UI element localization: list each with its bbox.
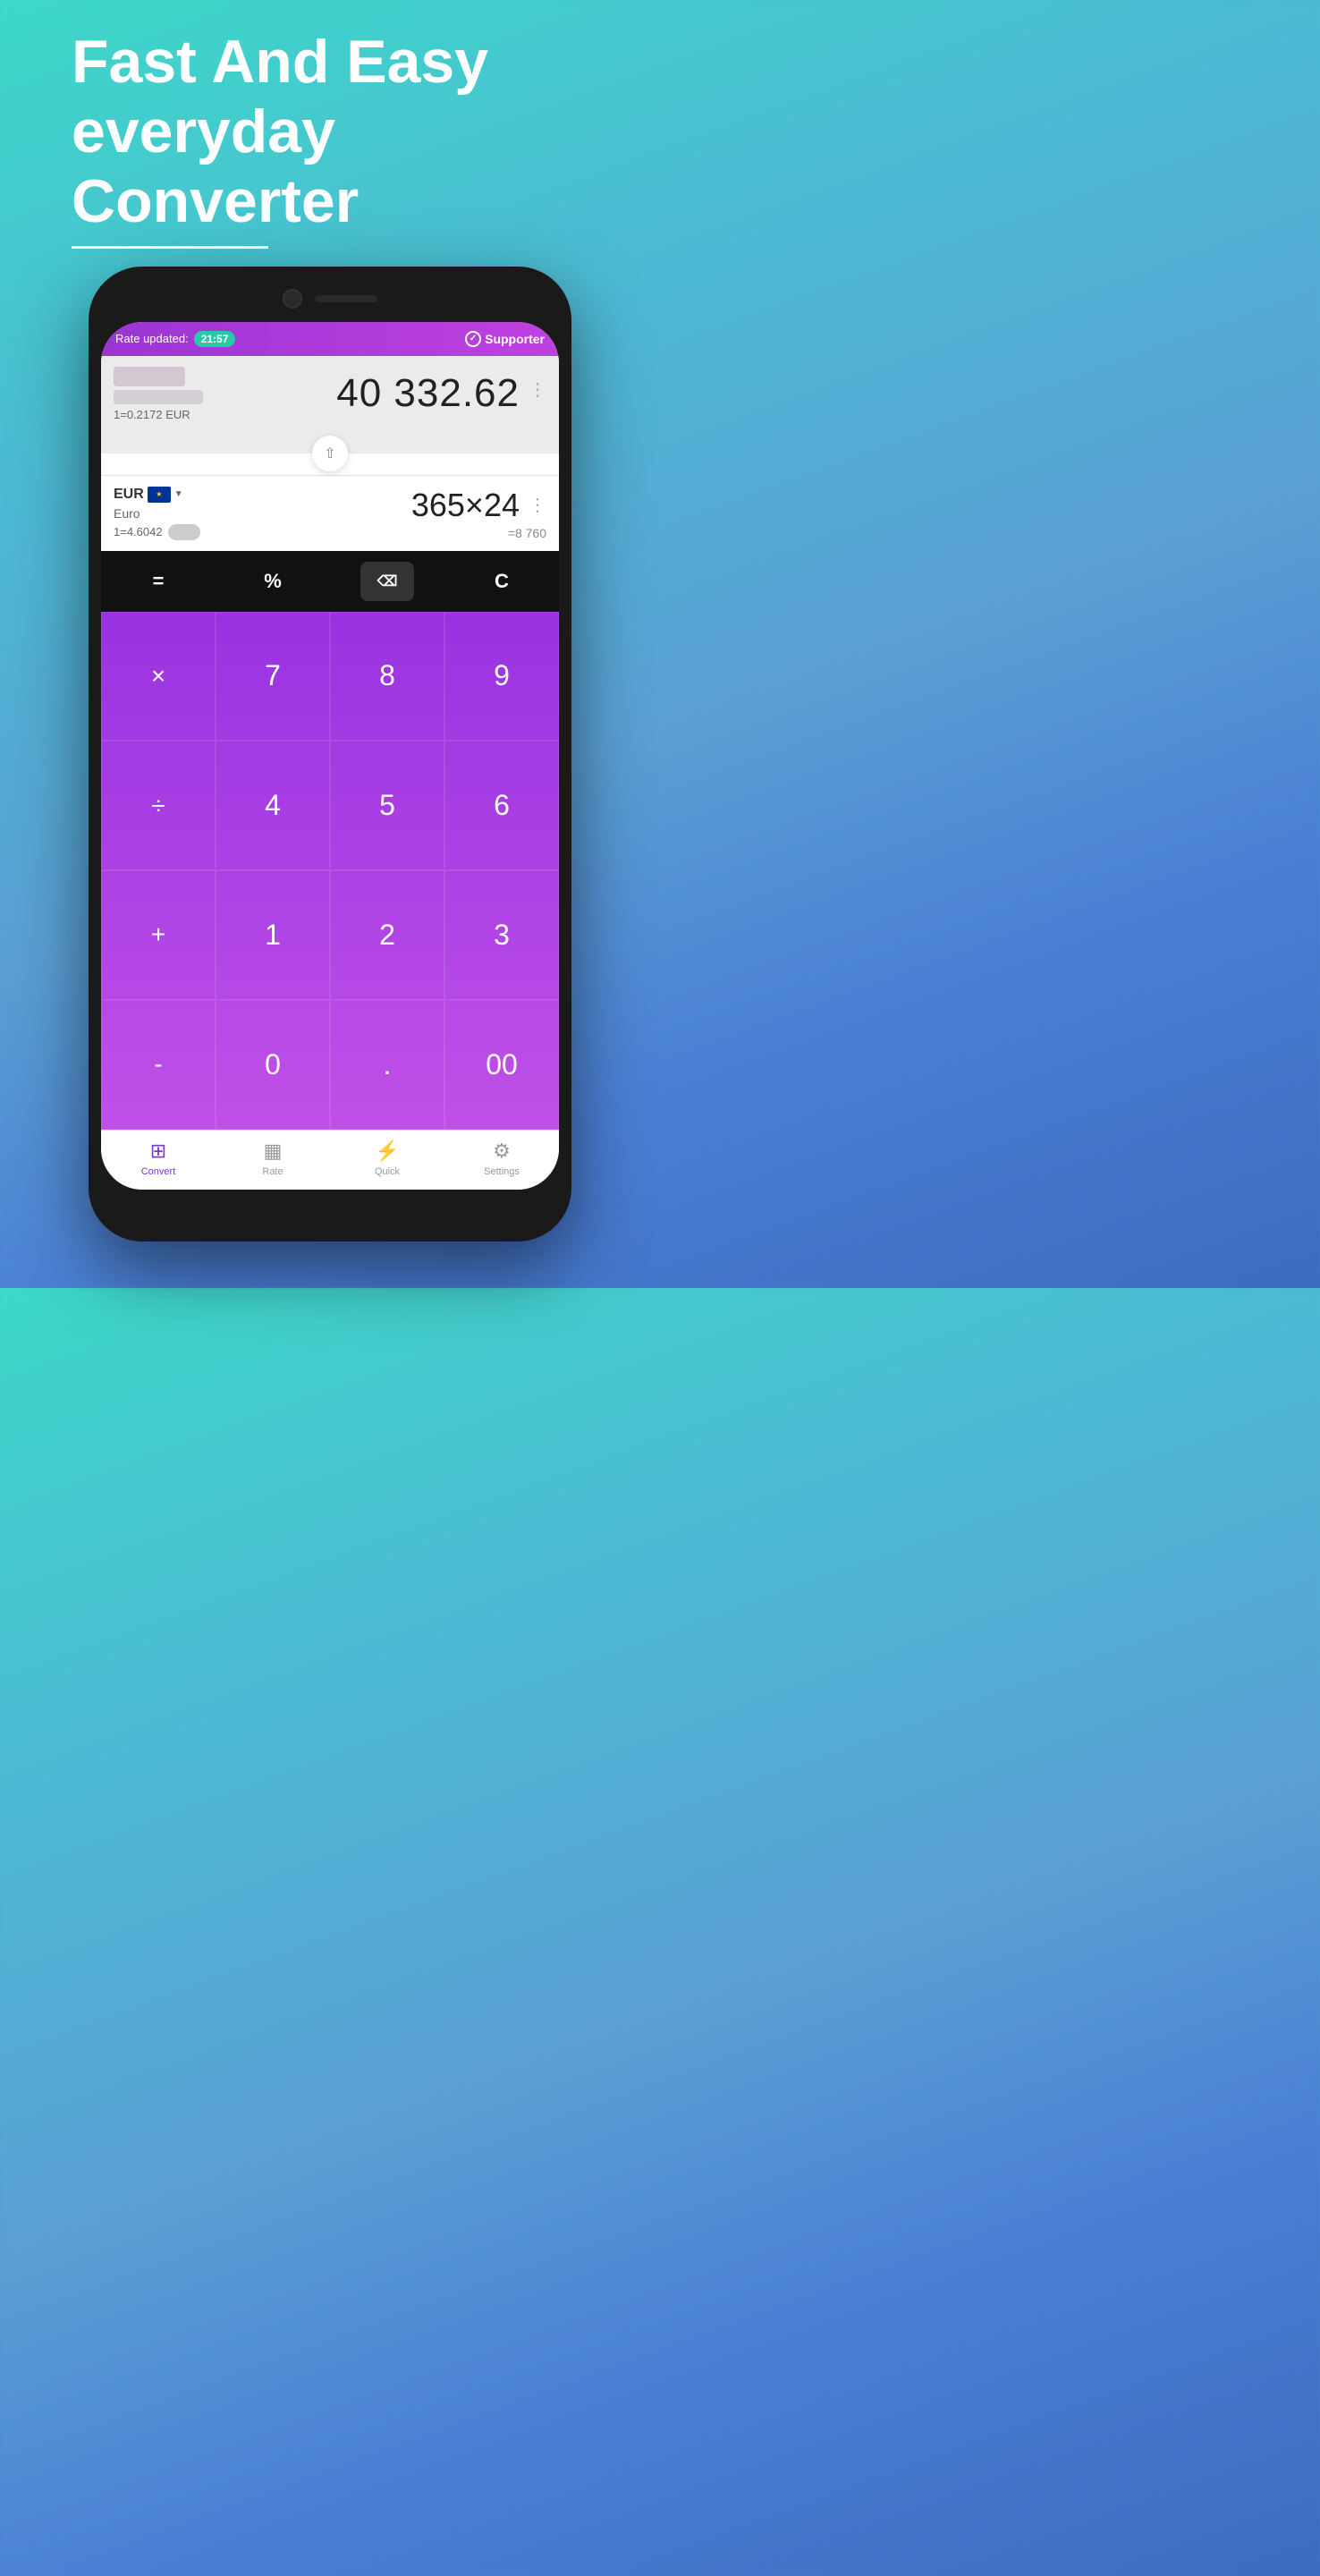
headline-underline <box>72 246 268 249</box>
key-0[interactable]: 0 <box>216 1000 330 1130</box>
percent-button[interactable]: % <box>246 562 300 601</box>
nav-rate[interactable]: ▦ Rate <box>241 1140 304 1177</box>
settings-icon: ⚙ <box>493 1140 511 1163</box>
key-00[interactable]: 00 <box>444 1000 559 1130</box>
key-4[interactable]: 4 <box>216 741 330 870</box>
rate-label: Rate updated: <box>115 332 189 345</box>
supporter-check-icon: ✓ <box>465 331 481 347</box>
phone-speaker <box>315 295 377 302</box>
headline-text: Fast And Easy everyday Converter <box>72 27 588 237</box>
nav-settings-label: Settings <box>484 1166 520 1177</box>
top-currency-amount: 40 332.62 <box>336 371 520 416</box>
key-9[interactable]: 9 <box>444 612 559 741</box>
phone-shell: Rate updated: 21:57 ✓ Supporter 1=0.2172… <box>89 267 571 1241</box>
top-currency-left: 1=0.2172 EUR <box>114 367 336 421</box>
convert-icon: ⊞ <box>150 1140 166 1163</box>
eur-rate-row: 1=4.6042 <box>114 524 411 540</box>
key-3[interactable]: 3 <box>444 870 559 1000</box>
supporter-label: Supporter <box>485 332 545 346</box>
swap-container: ⇧ <box>101 432 559 475</box>
multiply-key[interactable]: × <box>101 612 216 741</box>
top-currency-rate: 1=0.2172 EUR <box>114 408 336 421</box>
nav-rate-label: Rate <box>262 1166 283 1177</box>
key-2[interactable]: 2 <box>330 870 444 1000</box>
quick-icon: ⚡ <box>375 1140 399 1163</box>
nav-convert[interactable]: ⊞ Convert <box>127 1140 190 1177</box>
key-5[interactable]: 5 <box>330 741 444 870</box>
bottom-currency-row[interactable]: EUR ★ ▼ Euro 1=4.6042 365×24 ⋮ =8 760 <box>101 475 559 551</box>
bottom-currency-left: EUR ★ ▼ Euro 1=4.6042 <box>114 487 411 540</box>
eur-code: EUR <box>114 487 144 503</box>
swap-button[interactable]: ⇧ <box>312 436 348 471</box>
numpad: × 7 8 9 ÷ 4 5 6 + 1 2 3 - 0 . 00 <box>101 612 559 1130</box>
backspace-button[interactable]: ⌫ <box>360 562 414 601</box>
app-header: Rate updated: 21:57 ✓ Supporter <box>101 322 559 356</box>
clear-button[interactable]: C <box>475 562 529 601</box>
phone-top-bar <box>101 279 559 318</box>
bottom-currency-amount: 365×24 <box>411 487 520 524</box>
nav-convert-label: Convert <box>141 1166 176 1177</box>
rate-icon: ▦ <box>264 1140 283 1163</box>
eur-info: EUR ★ ▼ <box>114 487 411 503</box>
top-currency-flag <box>114 367 185 386</box>
key-1[interactable]: 1 <box>216 870 330 1000</box>
add-key[interactable]: + <box>101 870 216 1000</box>
bottom-nav: ⊞ Convert ▦ Rate ⚡ Quick ⚙ Settings <box>101 1130 559 1190</box>
bottom-currency-result: =8 760 <box>508 526 546 540</box>
eur-toggle[interactable] <box>168 524 200 540</box>
supporter-badge[interactable]: ✓ Supporter <box>465 331 545 347</box>
nav-quick[interactable]: ⚡ Quick <box>356 1140 419 1177</box>
key-6[interactable]: 6 <box>444 741 559 870</box>
phone-camera <box>283 289 302 309</box>
top-currency-flag2 <box>114 390 203 404</box>
phone-screen: Rate updated: 21:57 ✓ Supporter 1=0.2172… <box>101 322 559 1190</box>
operator-row: = % ⌫ C <box>101 551 559 612</box>
eur-rate: 1=4.6042 <box>114 525 163 538</box>
bottom-currency-menu-icon[interactable]: ⋮ <box>529 494 546 516</box>
equals-button[interactable]: = <box>131 562 185 601</box>
eu-flag-icon: ★ <box>148 487 171 503</box>
rate-time-badge: 21:57 <box>194 331 236 347</box>
rate-updated: Rate updated: 21:57 <box>115 331 235 347</box>
dropdown-arrow-icon[interactable]: ▼ <box>174 489 183 499</box>
top-currency-row[interactable]: 1=0.2172 EUR 40 332.62 ⋮ <box>101 356 559 432</box>
key-dot[interactable]: . <box>330 1000 444 1130</box>
top-currency-menu-icon[interactable]: ⋮ <box>529 378 546 401</box>
headline-section: Fast And Easy everyday Converter <box>0 0 660 267</box>
key-7[interactable]: 7 <box>216 612 330 741</box>
eur-name: Euro <box>114 506 411 521</box>
nav-settings[interactable]: ⚙ Settings <box>470 1140 533 1177</box>
chevron-up-icon: ⇧ <box>324 445 335 462</box>
keypad-section: = % ⌫ C × 7 8 9 ÷ 4 5 6 + 1 2 3 - 0 <box>101 551 559 1130</box>
nav-quick-label: Quick <box>375 1166 400 1177</box>
key-8[interactable]: 8 <box>330 612 444 741</box>
subtract-key[interactable]: - <box>101 1000 216 1130</box>
divide-key[interactable]: ÷ <box>101 741 216 870</box>
